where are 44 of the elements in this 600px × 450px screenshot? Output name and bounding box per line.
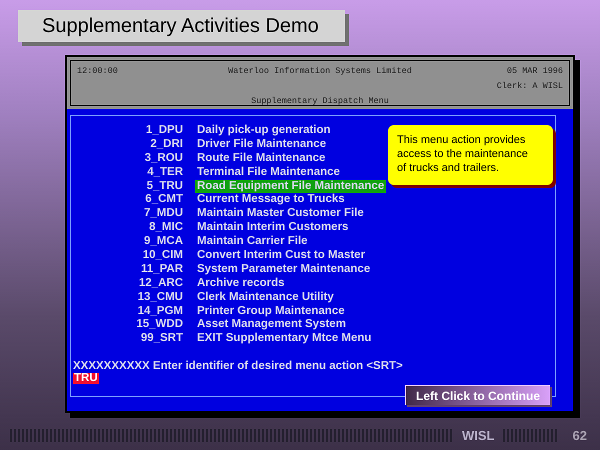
menu-item[interactable]: Printer Group Maintenance — [195, 304, 347, 318]
menu-code: 15_WDD — [135, 318, 184, 332]
menu-item[interactable]: EXIT Supplementary Mtce Menu — [195, 332, 374, 346]
menu-code: 4_TER — [146, 166, 184, 180]
menu-item[interactable]: Maintain Master Customer File — [195, 207, 366, 222]
clerk-text: Clerk: A WISL — [496, 81, 563, 93]
menu-code: 8_MIC — [148, 221, 184, 236]
continue-button[interactable]: Left Click to Continue — [405, 385, 550, 405]
menu-item[interactable]: Maintain Carrier File — [195, 235, 310, 250]
menu-title: Supplementary Dispatch Menu — [251, 96, 389, 108]
menu-code: 9_MCA — [143, 235, 184, 250]
menu-code: 7_MDU — [143, 207, 184, 222]
menu-item[interactable]: Route File Maintenance — [195, 152, 328, 166]
menu-item[interactable]: Driver File Maintenance — [195, 138, 328, 152]
menu-item[interactable]: System Parameter Maintenance — [195, 262, 372, 277]
menu-item[interactable]: Current Message to Trucks — [195, 193, 347, 208]
menu-item[interactable]: Convert Interim Cust to Master — [195, 249, 368, 263]
date-text: 05 MAR 1996 — [506, 66, 563, 78]
menu-code: 14_PGM — [136, 304, 184, 318]
menu-code: 2_DRI — [149, 138, 184, 152]
menu-code: 99_SRT — [140, 332, 184, 346]
slide-title: Supplementary Activities Demo — [18, 10, 345, 42]
menu-code: 1_DPU — [144, 124, 184, 138]
menu-item[interactable]: Terminal File Maintenance — [195, 166, 342, 180]
menu-item[interactable]: Asset Management System — [195, 318, 348, 332]
menu-code: 12_ARC — [138, 276, 184, 291]
time-text: 12:00:00 — [77, 66, 119, 78]
menu-code: 11_PAR — [140, 262, 184, 277]
barcode-decoration — [502, 429, 558, 442]
menu-code: 3_ROU — [144, 152, 184, 166]
menu-item[interactable]: Maintain Interim Customers — [195, 221, 350, 236]
menu-item[interactable]: Archive records — [195, 276, 287, 291]
menu-code: 5_TRU — [146, 180, 184, 194]
menu-item[interactable]: Clerk Maintenance Utility — [195, 290, 336, 305]
brand-text: WISL — [462, 428, 494, 443]
prompt-text: XXXXXXXXXX Enter identifier of desired menu action <SRT> — [73, 360, 404, 372]
tooltip: This menu action provides access to the maintenance of trucks and trailers. — [388, 125, 553, 185]
menu-code: 6_CMT — [144, 193, 184, 208]
company-text: Waterloo Information Systems Limited — [228, 66, 412, 78]
menu-item[interactable]: Daily pick-up generation — [195, 124, 333, 138]
menu-code: 13_CMU — [136, 290, 184, 305]
menu-code: 10_CIM — [142, 249, 184, 263]
input-field[interactable]: TRU — [73, 373, 99, 384]
page-number: 62 — [572, 428, 587, 443]
